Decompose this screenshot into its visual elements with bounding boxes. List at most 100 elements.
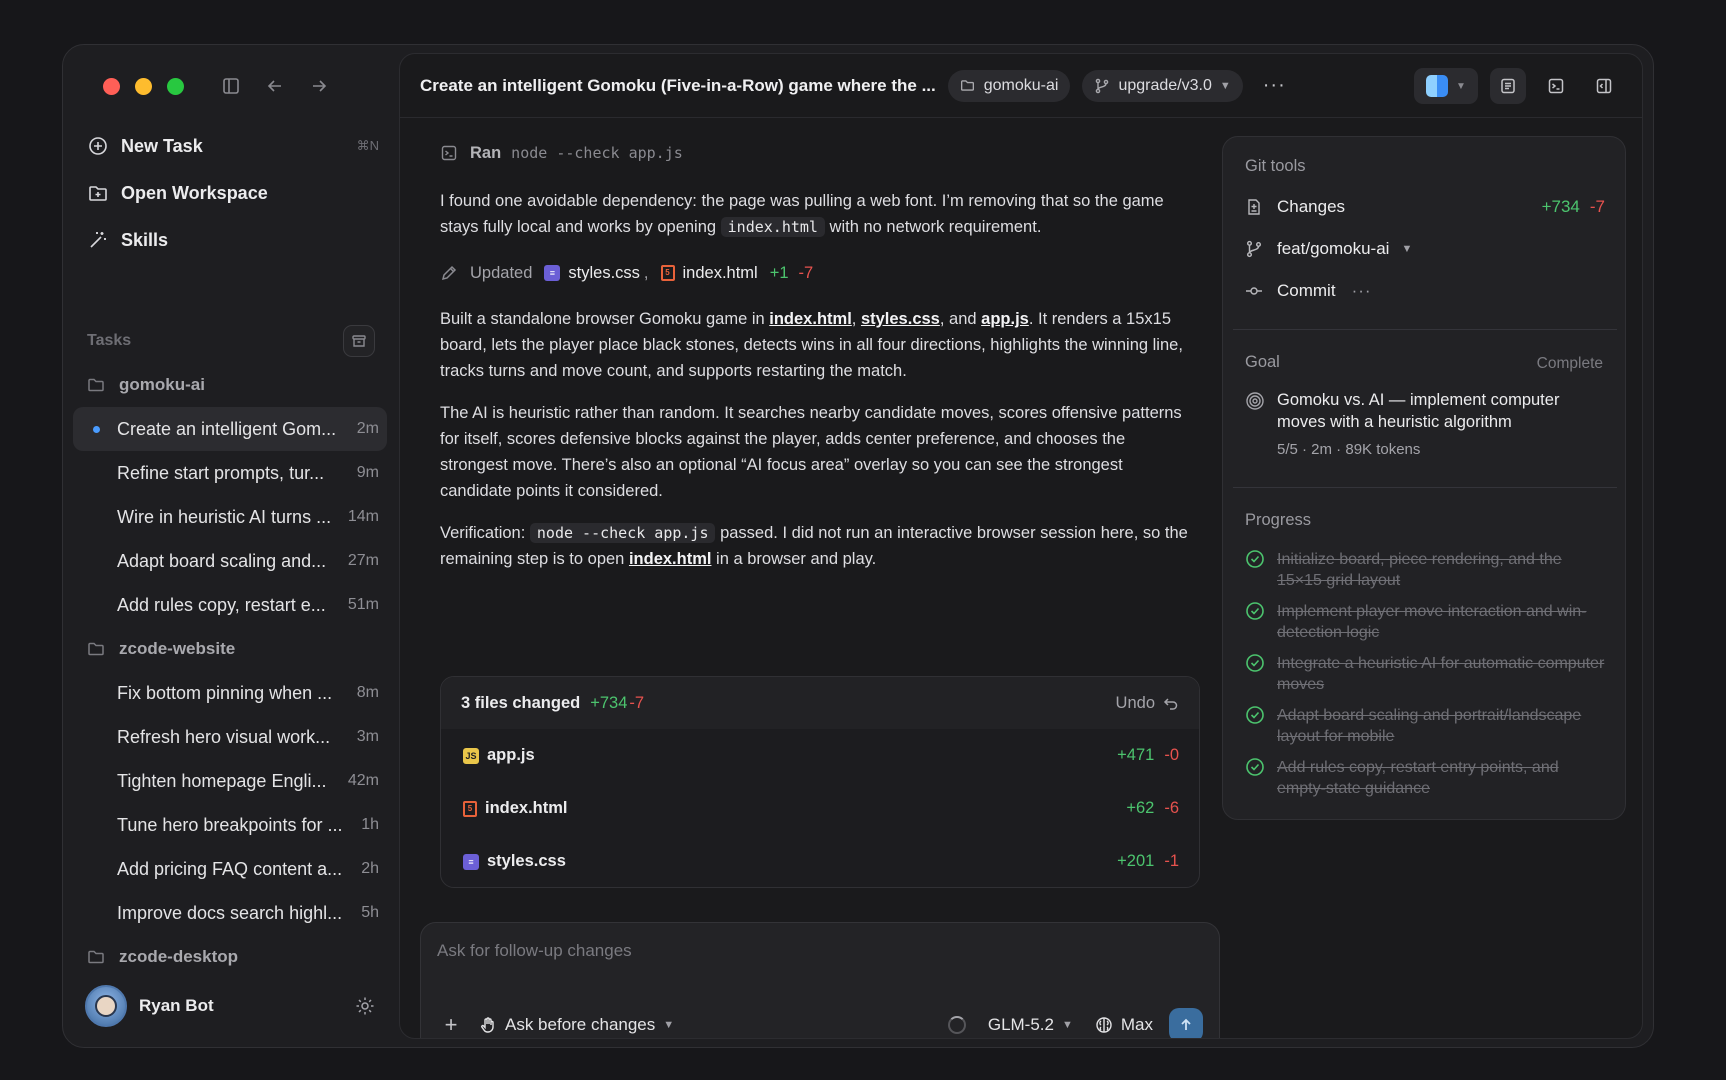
tasks-label: Tasks [87,332,132,349]
check-circle-icon [1245,653,1265,673]
updated-file-link[interactable]: index.html [683,260,758,286]
toggle-sidebar-icon[interactable] [220,75,242,97]
task-age: 51m [347,596,379,613]
send-button[interactable] [1169,1008,1203,1038]
open-workspace-label: Open Workspace [121,182,268,203]
task-item[interactable]: Create an intelligent Gom... 2m [73,407,387,451]
undo-button[interactable]: Undo [1116,694,1179,713]
changed-file-row[interactable]: JS app.js +471 -0 [441,729,1199,782]
progress-text: Integrate a heuristic AI for automatic c… [1277,655,1605,693]
workspace-name: gomoku-ai [983,76,1059,94]
task-item[interactable]: Tighten homepage Engli... 42m [73,759,387,803]
file-link[interactable]: index.html [629,550,712,568]
goal-meta: 5/5 · 2m · 89K tokens [1277,441,1421,458]
skills-button[interactable]: Skills [87,223,379,257]
forward-arrow-icon[interactable] [308,75,330,97]
close-window-button[interactable] [103,78,120,95]
changes-row[interactable]: Changes +734 -7 [1245,197,1605,217]
git-branch-icon [1245,239,1265,259]
topbar-actions: ▼ [1414,68,1622,104]
undo-icon [1163,698,1178,710]
divider [1233,329,1617,330]
zoom-window-button[interactable] [167,78,184,95]
archive-button[interactable] [343,325,375,357]
goal-text: Gomoku vs. AI — implement computer moves… [1277,391,1560,431]
message-paragraph: I found one avoidable dependency: the pa… [440,192,1164,237]
changes-label: Changes [1277,197,1346,216]
task-item[interactable]: Add pricing FAQ content a... 2h [73,847,387,891]
file-link[interactable]: app.js [981,310,1029,328]
progress-label: Progress [1245,511,1312,529]
separator: , [643,264,649,282]
check-circle-icon [1245,705,1265,725]
task-age: 9m [356,464,379,481]
task-age: 3m [356,728,379,745]
changed-file-row[interactable]: ≡ styles.css +201 -1 [441,835,1199,887]
commit-label: Commit [1277,281,1336,300]
composer[interactable]: Ask for follow-up changes + Ask before c… [420,922,1220,1038]
workspace-chip[interactable]: gomoku-ai [947,69,1071,102]
folder-icon [960,78,976,94]
avatar [85,985,127,1027]
ran-command-row[interactable]: Ran node --check app.js [440,140,1190,166]
lines-added: +62 [1126,799,1155,817]
file-link[interactable]: styles.css [861,310,940,328]
follow-up-input[interactable]: Ask for follow-up changes [437,941,632,961]
task-item[interactable]: Refine start prompts, tur... 9m [73,451,387,495]
files-changed-header: 3 files changed +734 -7 Undo [441,677,1199,729]
open-workspace-button[interactable]: Open Workspace [87,176,379,210]
file-link[interactable]: index.html [769,310,852,328]
task-item[interactable]: Wire in heuristic AI turns ... 14m [73,495,387,539]
attach-button[interactable]: + [437,1011,465,1038]
commit-row[interactable]: Commit ··· [1245,281,1605,301]
settings-gear-icon[interactable] [353,994,377,1018]
progress-item: Adapt board scaling and portrait/landsca… [1245,705,1605,747]
task-title: Tune hero breakpoints for ... [117,814,343,835]
brain-icon [1096,1017,1112,1033]
workspace-group-zcode-website[interactable]: zcode-website [73,627,387,671]
task-item[interactable]: Tune hero breakpoints for ... 1h [73,803,387,847]
commit-more-button[interactable]: ··· [1352,281,1372,301]
task-item[interactable]: Refresh hero visual work... 3m [73,715,387,759]
effort-selector[interactable]: Max [1095,1015,1153,1035]
goal-body: Gomoku vs. AI — implement computer moves… [1245,389,1605,458]
workspace-group-gomoku-ai[interactable]: gomoku-ai [73,363,387,407]
workspace-group-zcode-desktop[interactable]: zcode-desktop [73,935,387,979]
progress-text: Initialize board, piece rendering, and t… [1277,551,1562,589]
new-task-button[interactable]: New Task ⌘N [87,129,379,163]
progress-item: Initialize board, piece rendering, and t… [1245,549,1605,591]
group-name: gomoku-ai [119,375,205,394]
toggle-right-panel-icon[interactable] [1586,68,1622,104]
changed-file-row[interactable]: 5 index.html +62 -6 [441,782,1199,835]
open-in-finder-button[interactable]: ▼ [1414,68,1478,104]
user-profile[interactable]: Ryan Bot [85,985,377,1027]
finder-icon [1426,75,1449,97]
lines-added: +201 [1117,852,1155,870]
target-icon [1245,391,1265,411]
progress-item: Integrate a heuristic AI for automatic c… [1245,653,1605,695]
effort-label: Max [1120,1015,1153,1034]
branch-selector[interactable]: upgrade/v3.0 ▼ [1082,69,1243,102]
css-file-icon: ≡ [463,853,479,870]
sidebar-toolbar [220,75,330,97]
task-item[interactable]: Fix bottom pinning when ... 8m [73,671,387,715]
file-name: styles.css [487,852,566,870]
permission-mode-selector[interactable]: Ask before changes ▼ [479,1015,674,1035]
file-name: index.html [485,799,568,817]
group-name: zcode-website [119,639,236,658]
back-arrow-icon[interactable] [264,75,286,97]
task-item[interactable]: Improve docs search highl... 5h [73,891,387,935]
task-item[interactable]: Adapt board scaling and... 27m [73,539,387,583]
branch-row[interactable]: feat/gomoku-ai ▼ [1245,239,1605,259]
model-selector[interactable]: GLM-5.2 ▼ [988,1015,1073,1035]
progress-text: Implement player move interaction and wi… [1277,603,1587,641]
terminal-icon[interactable] [1538,68,1574,104]
updated-file-link[interactable]: styles.css [568,260,640,286]
minimize-window-button[interactable] [135,78,152,95]
file-name: app.js [487,746,535,764]
document-view-icon[interactable] [1490,68,1526,104]
task-age: 8m [356,684,379,701]
more-options-button[interactable]: ··· [1263,74,1286,97]
task-item[interactable]: Add rules copy, restart e... 51m [73,583,387,627]
message-paragraph: Verification: node --check app.js passed… [440,523,1188,568]
